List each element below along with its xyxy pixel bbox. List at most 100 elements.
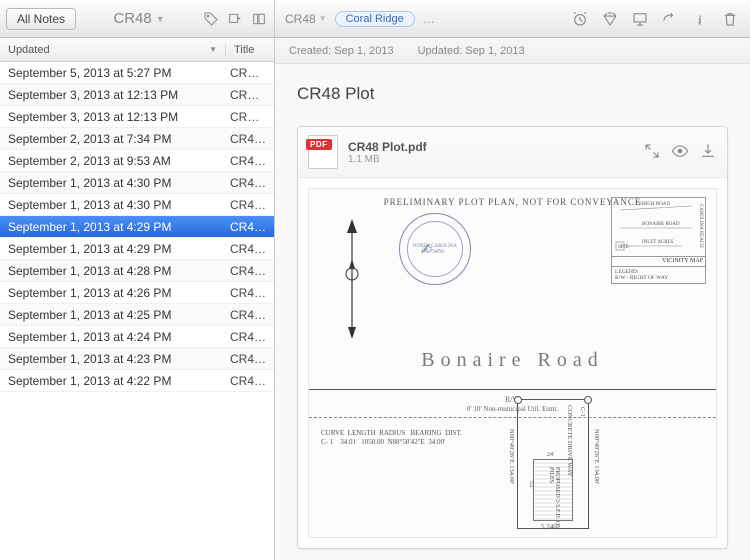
curve-ref: C-1 [579,407,586,417]
note-row-date: September 2, 2013 at 9:53 AM [0,154,226,168]
note-row-title: CR4… [226,242,274,256]
vicinity-map: LEHIGH ROAD BONAIRE ROAD INLET ACRES CAR… [611,197,706,284]
note-row-title: CR4… [226,308,274,322]
sidebar-toolbar: All Notes CR48 ▼ [0,0,274,38]
note-pane: CR48 ▼ Coral Ridge … i Created: Sep 1, 2… [275,0,750,560]
attachment-filename: CR48 Plot.pdf [348,140,427,154]
note-row[interactable]: September 5, 2013 at 5:27 PMCR… [0,62,274,84]
notebook-name: CR48 [113,10,151,27]
expand-icon[interactable] [643,142,661,163]
surveyor-seal: NORTH CAROLINA L-3456 ✍︎ [399,213,471,285]
notebook-selector[interactable]: CR48 ▼ [80,10,198,27]
view-options-icon[interactable] [250,10,268,28]
note-row-date: September 3, 2013 at 12:13 PM [0,88,226,102]
row-label: R/W [309,395,716,404]
chevron-down-icon: ▼ [156,14,165,24]
note-row-date: September 1, 2013 at 4:29 PM [0,242,226,256]
attachment-preview[interactable]: PRELIMINARY PLOT PLAN, NOT FOR CONVEYANC… [298,178,727,548]
note-row-date: September 1, 2013 at 4:24 PM [0,330,226,344]
share-icon[interactable] [660,9,680,29]
info-icon[interactable]: i [690,9,710,29]
lot-area: 5,246 [541,523,557,531]
attachment-header: CR48 Plot.pdf 1.1 MB [298,127,727,178]
note-row[interactable]: September 2, 2013 at 7:34 PMCR4… [0,128,274,150]
road-name: Bonaire Road [309,349,716,372]
created-field: Created: Sep 1, 2013 [289,45,394,57]
attachment-filesize: 1.1 MB [348,154,427,165]
note-row-date: September 2, 2013 at 7:34 PM [0,132,226,146]
house-height: 52' [528,481,535,489]
note-row[interactable]: September 1, 2013 at 4:30 PMCR4… [0,194,274,216]
note-meta-bar: Created: Sep 1, 2013 Updated: Sep 1, 201… [275,38,750,64]
sort-indicator-icon: ▼ [209,45,217,54]
tag-chip[interactable]: Coral Ridge [335,11,415,27]
note-row-date: September 1, 2013 at 4:28 PM [0,264,226,278]
note-row[interactable]: September 3, 2013 at 12:13 PMCR… [0,84,274,106]
plot-plan-document: PRELIMINARY PLOT PLAN, NOT FOR CONVEYANC… [308,188,717,538]
quicklook-icon[interactable] [671,142,689,163]
all-notes-button[interactable]: All Notes [6,8,76,30]
present-icon[interactable] [600,9,620,29]
sidebar: All Notes CR48 ▼ Updated ▼ Title Septemb… [0,0,275,560]
column-header-title[interactable]: Title [226,44,274,56]
note-list[interactable]: September 5, 2013 at 5:27 PMCR…September… [0,62,274,560]
note-row-date: September 3, 2013 at 12:13 PM [0,110,226,124]
note-row[interactable]: September 1, 2013 at 4:25 PMCR4… [0,304,274,326]
note-row-title: CR4… [226,330,274,344]
reminder-icon[interactable] [570,9,590,29]
note-row-date: September 1, 2013 at 4:23 PM [0,352,226,366]
move-note-icon[interactable] [226,10,244,28]
note-row[interactable]: September 1, 2013 at 4:28 PMCR4… [0,260,274,282]
note-row-title: CR… [226,88,274,102]
note-row-title: CR4… [226,198,274,212]
trash-icon[interactable] [720,9,740,29]
note-row-date: September 1, 2013 at 4:30 PM [0,198,226,212]
slideshow-icon[interactable] [630,9,650,29]
note-list-header: Updated ▼ Title [0,38,274,62]
note-row-title: CR4… [226,374,274,388]
note-row-date: September 5, 2013 at 5:27 PM [0,66,226,80]
pdf-icon [308,135,338,169]
updated-field: Updated: Sep 1, 2013 [418,45,525,57]
breadcrumb-notebook[interactable]: CR48 ▼ [285,12,327,26]
chevron-down-icon: ▼ [319,14,327,23]
column-header-updated[interactable]: Updated ▼ [0,44,226,56]
svg-text:i: i [698,12,702,27]
note-row[interactable]: September 1, 2013 at 4:22 PMCR4… [0,370,274,392]
curve-table: CURVE LENGTH RADIUS BEARING DIST. C- 1 3… [321,429,462,447]
note-row-date: September 1, 2013 at 4:22 PM [0,374,226,388]
note-row-title: CR4… [226,220,274,234]
note-row[interactable]: September 2, 2013 at 9:53 AMCR4… [0,150,274,172]
driveway-label: CONCRETE DRIVE WAY [566,405,573,477]
note-row[interactable]: September 1, 2013 at 4:23 PMCR4… [0,348,274,370]
note-row-title: CR… [226,110,274,124]
note-row-title: CR4… [226,286,274,300]
note-row-title: CR4… [226,352,274,366]
download-icon[interactable] [699,142,717,163]
note-row[interactable]: September 1, 2013 at 4:30 PMCR4… [0,172,274,194]
note-row-title: CR4… [226,154,274,168]
note-row[interactable]: September 1, 2013 at 4:29 PMCR4… [0,238,274,260]
note-row[interactable]: September 1, 2013 at 4:29 PMCR4… [0,216,274,238]
note-toolbar: CR48 ▼ Coral Ridge … i [275,0,750,38]
note-row-title: CR4… [226,264,274,278]
note-row-title: CR… [226,66,274,80]
attachment-card: CR48 Plot.pdf 1.1 MB PRELIMINARY PLOT PL… [297,126,728,549]
note-row[interactable]: September 1, 2013 at 4:24 PMCR4… [0,326,274,348]
note-row[interactable]: September 1, 2013 at 4:26 PMCR4… [0,282,274,304]
note-row-date: September 1, 2013 at 4:30 PM [0,176,226,190]
compass-icon [337,219,367,343]
more-tags-indicator[interactable]: … [423,12,435,26]
note-row-date: September 1, 2013 at 4:25 PM [0,308,226,322]
note-body[interactable]: CR48 Plot CR48 Plot.pdf 1.1 MB [275,64,750,560]
note-row-title: CR4… [226,132,274,146]
house-width: 24' [547,452,554,458]
tag-icon[interactable] [202,10,220,28]
note-title[interactable]: CR48 Plot [297,84,728,104]
note-row-date: September 1, 2013 at 4:29 PM [0,220,226,234]
easement-label: 0' 10' Non-municipal Util. Esmt. [309,405,716,413]
svg-text:SITE: SITE [618,245,629,250]
note-row[interactable]: September 3, 2013 at 12:13 PMCR… [0,106,274,128]
lot-bearing-right: N00°49'26"E 134.00' [593,429,600,484]
note-row-date: September 1, 2013 at 4:26 PM [0,286,226,300]
